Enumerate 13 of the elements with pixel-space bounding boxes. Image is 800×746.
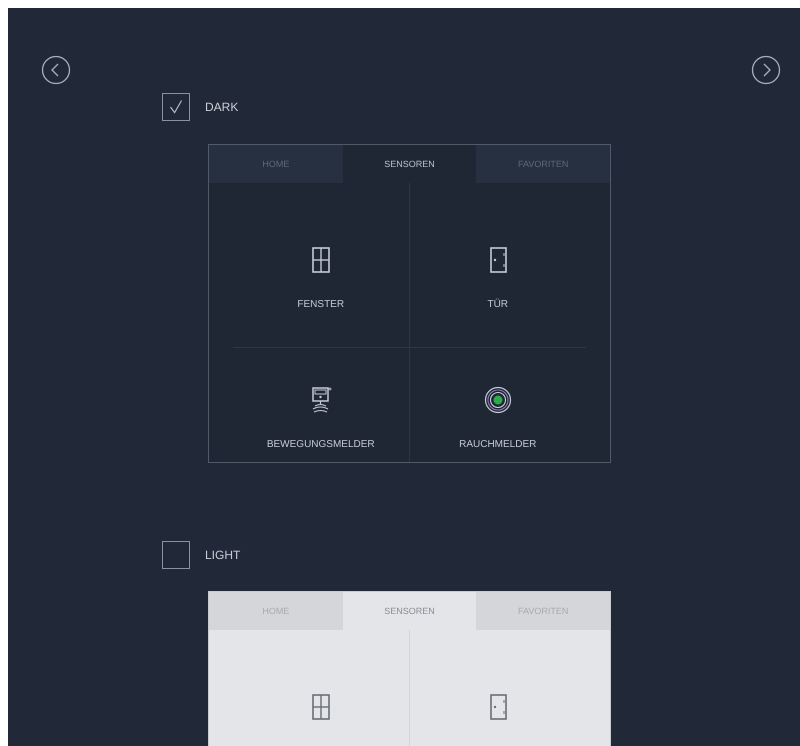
tab[interactable]: SENSOREN	[342, 592, 476, 630]
smoke-detector-icon	[482, 385, 513, 415]
tab[interactable]: SENSOREN	[342, 145, 476, 183]
tile-label: RAUCHMELDER	[459, 439, 536, 450]
tile-label: TÜR	[487, 299, 508, 310]
checkbox[interactable]	[162, 541, 190, 569]
option-label: DARK	[205, 100, 238, 114]
tile-label: BEWEGUNGSMELDER	[266, 439, 375, 450]
checkbox[interactable]	[162, 93, 190, 121]
tile-label: FENSTER	[297, 299, 344, 310]
forward-icon[interactable]	[751, 55, 781, 85]
back-icon[interactable]	[41, 55, 71, 85]
option-label: LIGHT	[205, 548, 240, 562]
